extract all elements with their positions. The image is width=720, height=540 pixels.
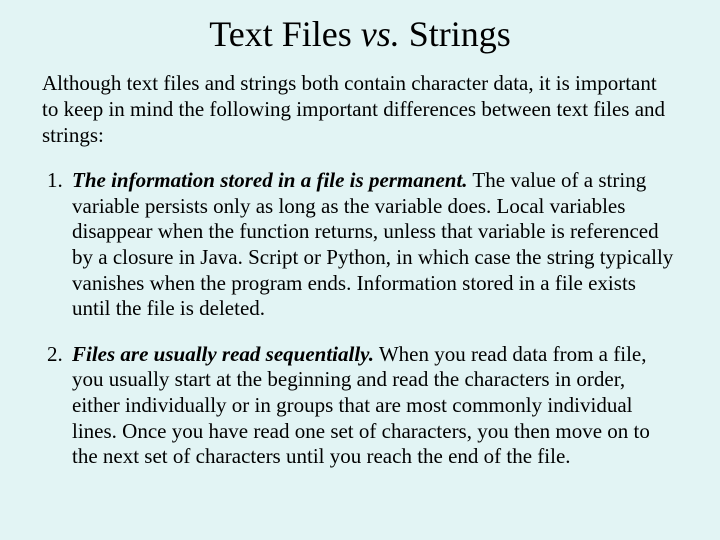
point-lead: The information stored in a file is perm… <box>72 168 468 192</box>
title-part2: Strings <box>400 14 511 54</box>
slide-title: Text Files vs. Strings <box>42 14 678 55</box>
intro-paragraph: Although text files and strings both con… <box>42 71 678 148</box>
point-lead: Files are usually read sequentially. <box>72 342 374 366</box>
list-item: Files are usually read sequentially. Whe… <box>68 342 678 470</box>
title-vs: vs. <box>361 14 400 54</box>
slide: Text Files vs. Strings Although text fil… <box>0 0 720 540</box>
list-item: The information stored in a file is perm… <box>68 168 678 322</box>
points-list: The information stored in a file is perm… <box>42 168 678 470</box>
title-part1: Text Files <box>209 14 360 54</box>
